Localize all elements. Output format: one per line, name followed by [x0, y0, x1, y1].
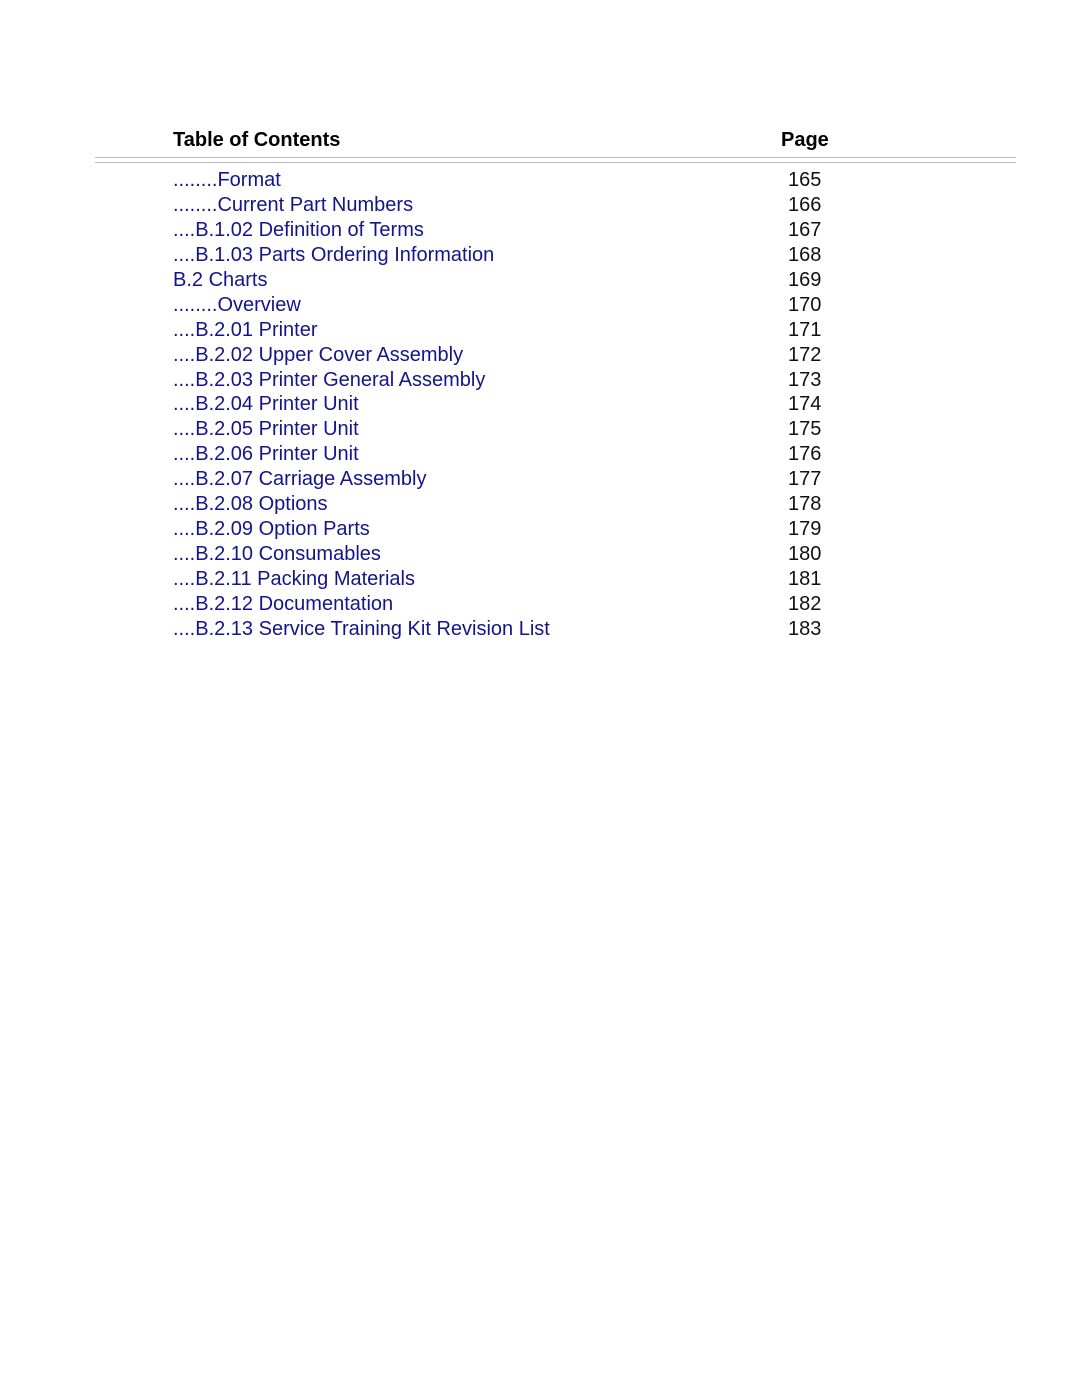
page-number: 180: [788, 543, 822, 566]
page-number: 169: [788, 268, 822, 291]
toc-link[interactable]: ....B.2.02 Upper Cover Assembly: [173, 343, 463, 368]
toc-link[interactable]: ....B.2.05 Printer Unit: [173, 417, 359, 442]
toc-row: ........Overview 170: [0, 293, 1080, 318]
toc-link[interactable]: ....B.2.06 Printer Unit: [173, 442, 359, 467]
page-number: 183: [788, 617, 822, 640]
page-number: 177: [788, 468, 822, 491]
toc-row: ....B.2.07 Carriage Assembly 177: [0, 467, 1080, 492]
toc-link[interactable]: ....B.1.02 Definition of Terms: [173, 218, 424, 243]
page-number: 174: [788, 393, 822, 416]
page-number: 179: [788, 518, 822, 541]
page-number: 170: [788, 293, 822, 316]
toc-link[interactable]: ....B.2.11 Packing Materials: [173, 567, 415, 592]
page-number: 167: [788, 218, 822, 241]
toc-row: ....B.2.01 Printer 171: [0, 318, 1080, 343]
page-number: 172: [788, 343, 822, 366]
toc-row: ........Current Part Numbers 166: [0, 193, 1080, 218]
toc-row: ....B.1.03 Parts Ordering Information 168: [0, 243, 1080, 268]
toc-row: ....B.2.04 Printer Unit 174: [0, 392, 1080, 417]
page-number: 181: [788, 568, 822, 590]
toc-row: ....B.1.02 Definition of Terms 167: [0, 218, 1080, 243]
toc-link[interactable]: ....B.1.03 Parts Ordering Information: [173, 243, 494, 268]
page-number: 166: [788, 193, 822, 216]
toc-list: ........Format 165 ........Current Part N…: [0, 168, 1080, 642]
toc-link[interactable]: B.2 Charts: [173, 268, 267, 293]
page-number: 173: [788, 368, 822, 391]
page-number: 182: [788, 592, 822, 615]
toc-row: ....B.2.02 Upper Cover Assembly 172: [0, 343, 1080, 368]
header-divider-bottom: [95, 162, 1016, 163]
toc-link[interactable]: ....B.2.13 Service Training Kit Revision…: [173, 617, 550, 642]
page-number: 176: [788, 443, 822, 466]
toc-heading: Table of Contents: [173, 129, 341, 151]
toc-link[interactable]: ....B.2.09 Option Parts: [173, 517, 370, 542]
page-column-heading: Page: [781, 129, 829, 151]
toc-row: ....B.2.12 Documentation 182: [0, 592, 1080, 617]
toc-row: ....B.2.08 Options 178: [0, 492, 1080, 517]
toc-link[interactable]: ....B.2.03 Printer General Assembly: [173, 368, 485, 393]
page-number: 175: [788, 418, 822, 441]
toc-link[interactable]: ....B.2.12 Documentation: [173, 592, 393, 617]
toc-link[interactable]: ........Format: [173, 168, 281, 193]
toc-link[interactable]: ....B.2.01 Printer: [173, 318, 318, 343]
toc-link[interactable]: ........Overview: [173, 293, 301, 318]
toc-link[interactable]: ........Current Part Numbers: [173, 193, 413, 218]
toc-link[interactable]: ....B.2.08 Options: [173, 492, 328, 517]
toc-row: ....B.2.11 Packing Materials 181: [0, 567, 1080, 592]
page-number: 168: [788, 243, 822, 266]
page-number: 171: [788, 318, 822, 341]
toc-row: ....B.2.03 Printer General Assembly 173: [0, 368, 1080, 393]
page-number: 165: [788, 169, 822, 191]
toc-row: ........Format 165: [0, 168, 1080, 193]
toc-row: B.2 Charts 169: [0, 268, 1080, 293]
toc-link[interactable]: ....B.2.07 Carriage Assembly: [173, 467, 426, 492]
toc-link[interactable]: ....B.2.04 Printer Unit: [173, 392, 359, 417]
toc-row: ....B.2.09 Option Parts 179: [0, 517, 1080, 542]
page-number: 178: [788, 493, 822, 516]
toc-link[interactable]: ....B.2.10 Consumables: [173, 542, 381, 567]
toc-row: ....B.2.10 Consumables 180: [0, 542, 1080, 567]
header-divider-top: [95, 157, 1016, 158]
toc-row: ....B.2.05 Printer Unit 175: [0, 417, 1080, 442]
toc-row: ....B.2.13 Service Training Kit Revision…: [0, 617, 1080, 642]
toc-row: ....B.2.06 Printer Unit 176: [0, 442, 1080, 467]
